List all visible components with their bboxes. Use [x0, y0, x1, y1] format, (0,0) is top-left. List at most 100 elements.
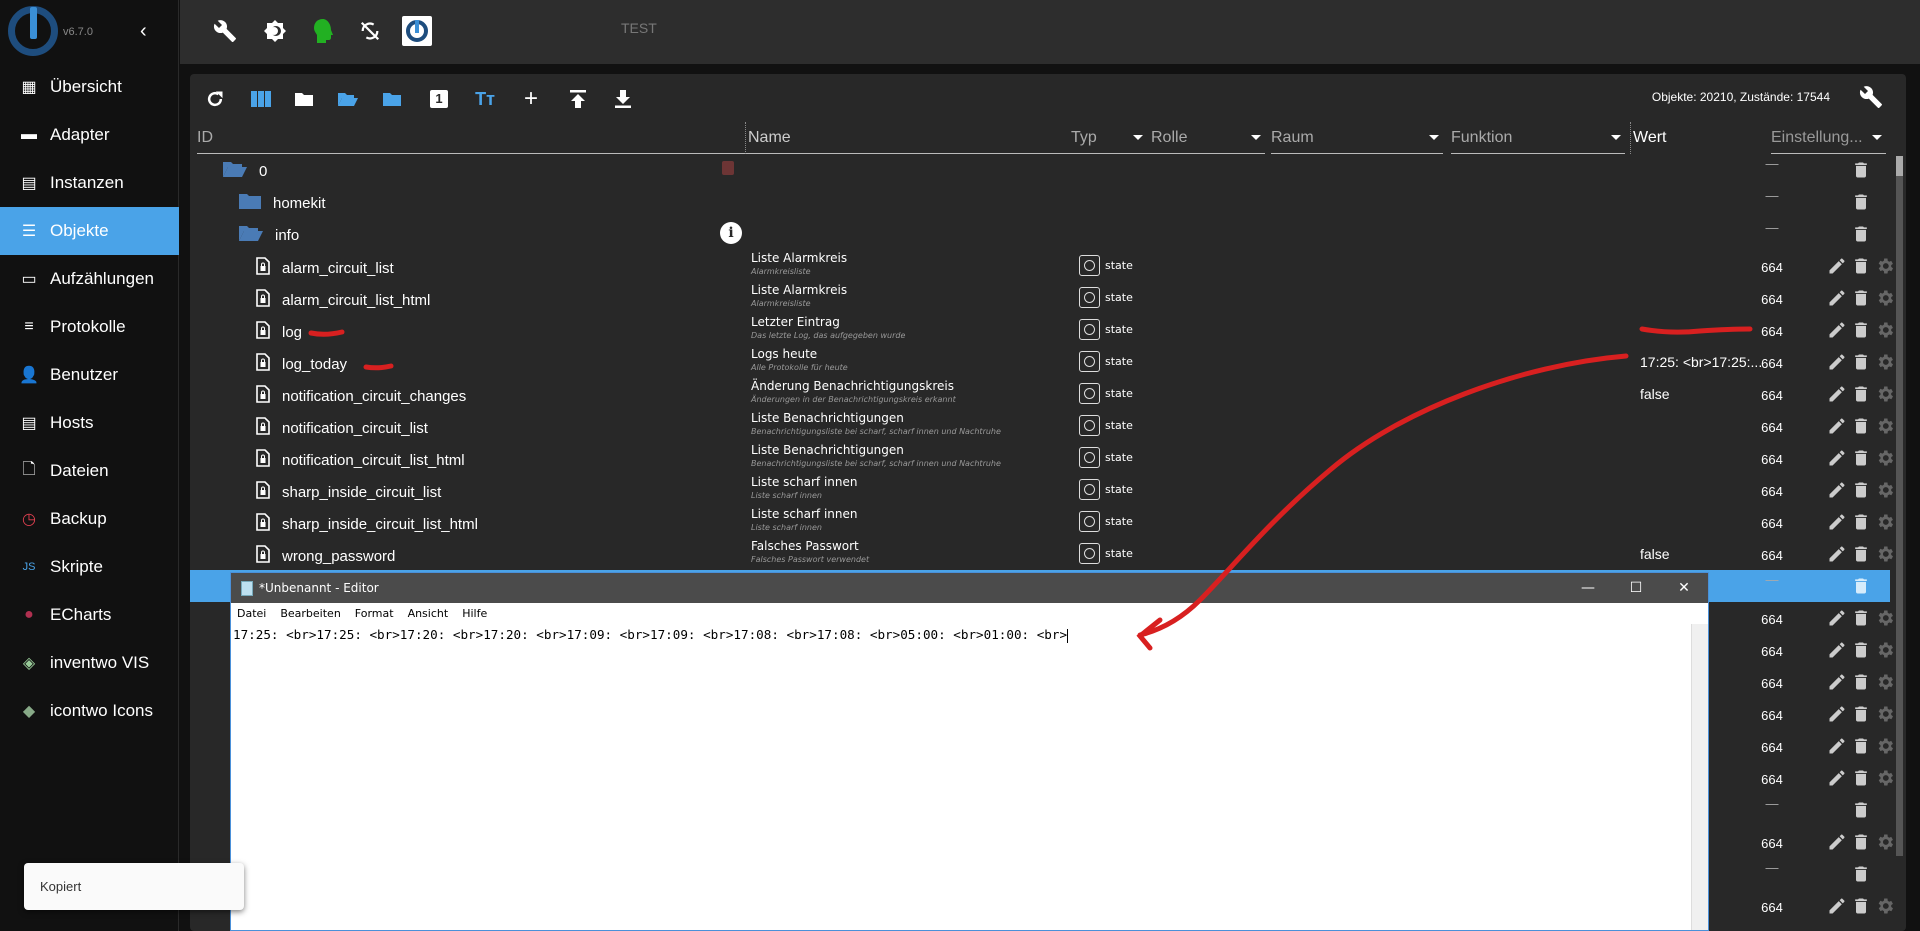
file-icon[interactable]: [256, 545, 270, 567]
table-row[interactable]: alarm_circuit_list_html Liste Alarmkreis A…: [190, 282, 1893, 314]
wrench-icon[interactable]: [210, 16, 240, 46]
custom-settings-gear-icon[interactable]: [1875, 832, 1895, 852]
custom-settings-gear-icon[interactable]: [1875, 768, 1895, 788]
column-filter-room[interactable]: Raum: [1271, 122, 1443, 154]
sidebar-item-objekte[interactable]: ☰ Objekte: [0, 207, 179, 255]
edit-pencil-icon[interactable]: [1827, 480, 1847, 500]
object-value[interactable]: false: [1640, 546, 1670, 562]
close-button[interactable]: ✕: [1660, 573, 1708, 603]
edit-pencil-icon[interactable]: [1827, 352, 1847, 372]
delete-trash-icon[interactable]: [1851, 256, 1871, 276]
upload-icon[interactable]: [565, 86, 591, 112]
table-row[interactable]: log_today Logs heute Alle Protokolle für h…: [190, 346, 1893, 378]
delete-trash-icon[interactable]: [1851, 576, 1871, 596]
refresh-icon[interactable]: [202, 86, 228, 112]
custom-settings-gear-icon[interactable]: [1875, 384, 1895, 404]
collapse-all-folder-icon[interactable]: [379, 86, 405, 112]
table-row[interactable]: log Letzter Eintrag Das letzte Log, das au…: [190, 314, 1893, 346]
expert-mode-head-icon[interactable]: [308, 16, 338, 46]
edit-pencil-icon[interactable]: [1827, 416, 1847, 436]
expand-level-icon[interactable]: 1: [426, 86, 452, 112]
object-value[interactable]: 17:25: <br>17:25:...: [1640, 354, 1762, 370]
edit-pencil-icon[interactable]: [1827, 288, 1847, 308]
folder-icon[interactable]: [239, 193, 261, 213]
instance-logo-icon[interactable]: [402, 16, 432, 46]
table-row[interactable]: alarm_circuit_list Liste Alarmkreis Alarmk…: [190, 250, 1893, 282]
table-row[interactable]: 0—: [190, 154, 1890, 186]
custom-settings-gear-icon[interactable]: [1875, 352, 1895, 372]
edit-pencil-icon[interactable]: [1827, 832, 1847, 852]
column-header-id[interactable]: ID: [197, 122, 745, 154]
custom-settings-gear-icon[interactable]: [1875, 672, 1895, 692]
menu-bearbeiten[interactable]: Bearbeiten: [280, 607, 340, 620]
column-filter-role[interactable]: Rolle: [1151, 122, 1265, 154]
file-icon[interactable]: [256, 417, 270, 439]
sidebar-item-hosts[interactable]: ▤ Hosts: [0, 399, 179, 447]
sidebar-item-übersicht[interactable]: ▦ Übersicht: [0, 63, 179, 111]
edit-pencil-icon[interactable]: [1827, 640, 1847, 660]
sidebar-item-benutzer[interactable]: 👤 Benutzer: [0, 351, 179, 399]
table-row[interactable]: notification_circuit_list_html Liste Bena…: [190, 442, 1893, 474]
table-row[interactable]: wrong_password Falsches Passwort Falsches …: [190, 538, 1893, 570]
table-row[interactable]: notification_circuit_changes Änderung Ben…: [190, 378, 1893, 410]
menu-ansicht[interactable]: Ansicht: [408, 607, 449, 620]
expand-all-folder-open-icon[interactable]: [335, 86, 361, 112]
delete-trash-icon[interactable]: [1851, 544, 1871, 564]
delete-trash-icon[interactable]: [1851, 448, 1871, 468]
download-icon[interactable]: [610, 86, 636, 112]
edit-pencil-icon[interactable]: [1827, 736, 1847, 756]
sidebar-item-skripte[interactable]: JS Skripte: [0, 543, 179, 591]
delete-trash-icon[interactable]: [1851, 832, 1871, 852]
file-icon[interactable]: [256, 353, 270, 375]
delete-trash-icon[interactable]: [1851, 224, 1871, 244]
sidebar-item-inventwo-vis[interactable]: ◈ inventwo VIS: [0, 639, 179, 687]
custom-settings-gear-icon[interactable]: [1875, 640, 1895, 660]
sidebar-item-instanzen[interactable]: ▤ Instanzen: [0, 159, 179, 207]
edit-pencil-icon[interactable]: [1827, 704, 1847, 724]
delete-trash-icon[interactable]: [1851, 704, 1871, 724]
custom-settings-gear-icon[interactable]: [1875, 544, 1895, 564]
sync-disabled-icon[interactable]: [355, 16, 385, 46]
custom-settings-gear-icon[interactable]: [1875, 256, 1895, 276]
delete-trash-icon[interactable]: [1851, 608, 1871, 628]
column-filter-function[interactable]: Funktion: [1451, 122, 1625, 154]
theme-toggle-icon[interactable]: [260, 16, 290, 46]
delete-trash-icon[interactable]: [1851, 864, 1871, 884]
custom-settings-gear-icon[interactable]: [1875, 448, 1895, 468]
table-row[interactable]: sharp_inside_circuit_list Liste scharf in…: [190, 474, 1893, 506]
edit-pencil-icon[interactable]: [1827, 256, 1847, 276]
scrollbar[interactable]: [1896, 156, 1903, 856]
sidebar-item-adapter[interactable]: ▬ Adapter: [0, 111, 179, 159]
delete-trash-icon[interactable]: [1851, 480, 1871, 500]
folder-open-icon[interactable]: [223, 161, 247, 181]
table-row[interactable]: info i —: [190, 218, 1890, 250]
file-icon[interactable]: [256, 481, 270, 503]
sidebar-item-echarts[interactable]: ● ECharts: [0, 591, 179, 639]
text-size-icon[interactable]: Tт: [472, 86, 498, 112]
sidebar-item-backup[interactable]: ◷ Backup: [0, 495, 179, 543]
edit-pencil-icon[interactable]: [1827, 448, 1847, 468]
delete-trash-icon[interactable]: [1851, 736, 1871, 756]
notepad-scrollbar[interactable]: [1691, 624, 1708, 930]
delete-trash-icon[interactable]: [1851, 288, 1871, 308]
sidebar-item-protokolle[interactable]: ≡ Protokolle: [0, 303, 179, 351]
edit-pencil-icon[interactable]: [1827, 512, 1847, 532]
custom-settings-gear-icon[interactable]: [1875, 288, 1895, 308]
delete-trash-icon[interactable]: [1851, 800, 1871, 820]
file-icon[interactable]: [256, 321, 270, 343]
folder-icon[interactable]: [291, 86, 317, 112]
maximize-button[interactable]: ☐: [1612, 573, 1660, 603]
columns-icon[interactable]: [248, 86, 274, 112]
notepad-text-area[interactable]: 17:25: <br>17:25: <br>17:20: <br>17:20: …: [233, 627, 1688, 930]
table-row[interactable]: sharp_inside_circuit_list_html Liste scha…: [190, 506, 1893, 538]
custom-settings-gear-icon[interactable]: [1875, 608, 1895, 628]
delete-trash-icon[interactable]: [1851, 320, 1871, 340]
menu-format[interactable]: Format: [355, 607, 394, 620]
object-value[interactable]: false: [1640, 386, 1670, 402]
custom-settings-gear-icon[interactable]: [1875, 704, 1895, 724]
collapse-sidebar-chevron-icon[interactable]: ‹: [140, 20, 147, 43]
add-icon[interactable]: +: [518, 85, 544, 112]
info-icon[interactable]: i: [720, 222, 742, 244]
delete-trash-icon[interactable]: [1851, 416, 1871, 436]
file-icon[interactable]: [256, 385, 270, 407]
